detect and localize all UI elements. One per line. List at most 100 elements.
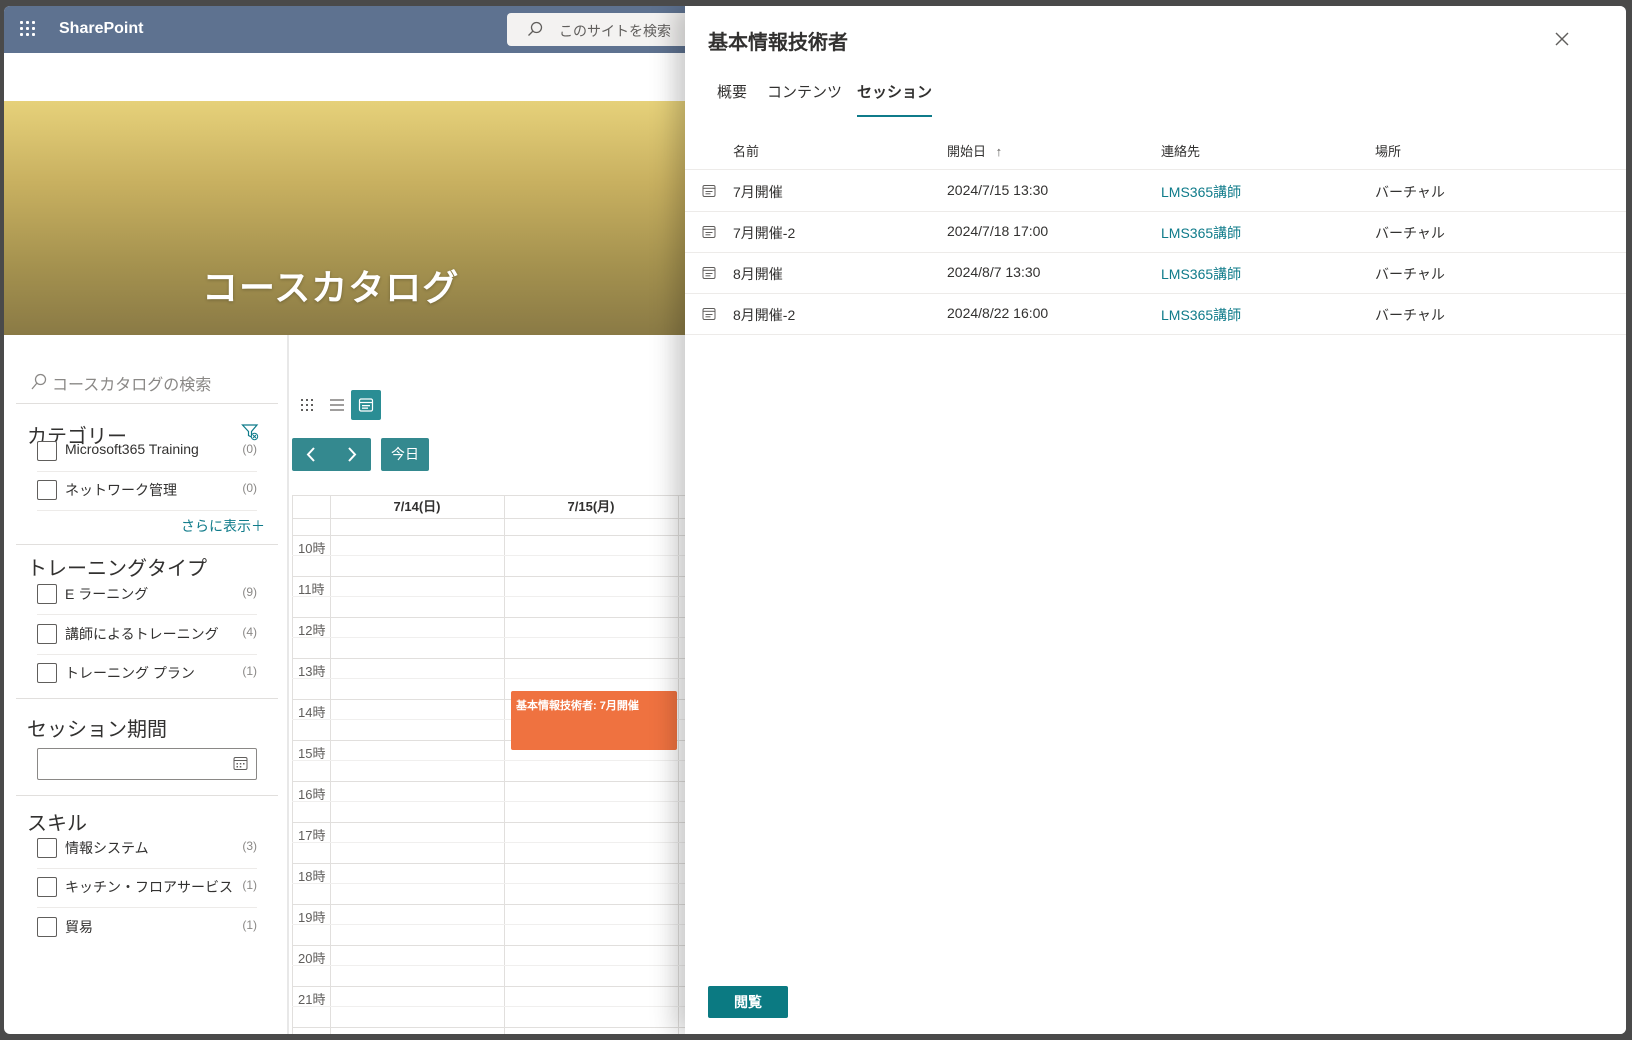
session-contact-link[interactable]: LMS365講師 bbox=[1161, 264, 1241, 284]
hour-label: 19時 bbox=[298, 910, 326, 925]
calendar-icon[interactable] bbox=[233, 756, 248, 771]
grid-line bbox=[292, 945, 692, 946]
day-header: 7/15(月) bbox=[567, 499, 615, 514]
close-icon[interactable] bbox=[1551, 28, 1573, 50]
hour-label: 17時 bbox=[298, 828, 326, 843]
filter-item-label: ネットワーク管理 bbox=[65, 482, 177, 498]
table-row[interactable]: 8月開催 2024/8/7 13:30 LMS365講師 バーチャル bbox=[685, 252, 1626, 294]
session-name: 8月開催 bbox=[733, 266, 783, 282]
hour-label: 18時 bbox=[298, 869, 326, 884]
checkbox[interactable] bbox=[37, 480, 57, 500]
checkbox[interactable] bbox=[37, 624, 57, 644]
catalog-search-input[interactable]: コースカタログの検索 bbox=[26, 371, 276, 394]
checkbox[interactable] bbox=[37, 441, 57, 461]
item-divider bbox=[37, 510, 257, 511]
calendar-icon bbox=[702, 226, 716, 238]
filter-item[interactable]: ネットワーク管理 (0) bbox=[37, 476, 257, 502]
session-location: バーチャル bbox=[1375, 307, 1445, 323]
checkbox[interactable] bbox=[37, 838, 57, 858]
hour-label: 16時 bbox=[298, 787, 326, 802]
checkbox[interactable] bbox=[37, 917, 57, 937]
catalog-search-placeholder: コースカタログの検索 bbox=[52, 377, 212, 394]
column-header-start-label: 開始日 bbox=[947, 144, 987, 159]
item-divider bbox=[37, 614, 257, 615]
filter-item-count: (3) bbox=[242, 839, 257, 853]
hour-label: 12時 bbox=[298, 623, 326, 638]
checkbox[interactable] bbox=[37, 584, 57, 604]
session-name: 7月開催-2 bbox=[733, 225, 796, 241]
checkbox[interactable] bbox=[37, 663, 57, 683]
filter-item[interactable]: キッチン・フロアサービス (1) bbox=[37, 873, 257, 899]
panel-title: 基本情報技術者 bbox=[708, 32, 848, 54]
grid-line bbox=[292, 801, 692, 802]
grid-line bbox=[292, 576, 692, 577]
column-header-location[interactable]: 場所 bbox=[1375, 141, 1401, 160]
skill-title: スキル bbox=[27, 813, 87, 835]
filter-item-label: キッチン・フロアサービス bbox=[65, 879, 233, 895]
filter-item[interactable]: E ラーニング (9) bbox=[37, 580, 257, 606]
view-button[interactable]: 閲覧 bbox=[708, 986, 788, 1018]
filter-item-count: (1) bbox=[242, 918, 257, 932]
app-name[interactable]: SharePoint bbox=[59, 20, 143, 38]
hour-label: 10時 bbox=[298, 541, 326, 556]
filter-item[interactable]: 情報システム (3) bbox=[37, 834, 257, 860]
column-header-contact[interactable]: 連絡先 bbox=[1161, 141, 1200, 160]
grid-line bbox=[292, 1006, 692, 1007]
table-row[interactable]: 7月開催 2024/7/15 13:30 LMS365講師 バーチャル bbox=[685, 170, 1626, 212]
grid-line bbox=[292, 924, 692, 925]
calendar-event[interactable]: 基本情報技術者: 7月開催 bbox=[511, 691, 677, 750]
grid-line bbox=[292, 637, 692, 638]
grid-line bbox=[292, 495, 692, 496]
table-row[interactable]: 7月開催-2 2024/7/18 17:00 LMS365講師 バーチャル bbox=[685, 211, 1626, 253]
filter-item-label: Microsoft365 Training bbox=[65, 441, 199, 457]
session-location: バーチャル bbox=[1375, 266, 1445, 282]
filter-item-label: E ラーニング bbox=[65, 586, 149, 602]
session-start: 2024/8/7 13:30 bbox=[947, 264, 1041, 280]
column-header-start[interactable]: 開始日 ↑ bbox=[947, 141, 1002, 160]
tab-overview[interactable]: 概要 bbox=[717, 81, 747, 117]
calendar-view-icon[interactable] bbox=[351, 390, 381, 420]
grid-line bbox=[292, 842, 692, 843]
grid-line bbox=[292, 781, 692, 782]
hero-title: コースカタログ bbox=[202, 267, 460, 308]
filter-item-count: (0) bbox=[242, 481, 257, 495]
chevron-left-icon[interactable] bbox=[292, 438, 331, 471]
item-divider bbox=[37, 907, 257, 908]
calendar-icon bbox=[702, 308, 716, 320]
tab-contents[interactable]: コンテンツ bbox=[767, 81, 842, 117]
grid-line bbox=[292, 658, 692, 659]
filter-item[interactable]: Microsoft365 Training (0) bbox=[37, 437, 257, 463]
calendar-nav bbox=[292, 438, 371, 471]
grid-view-icon[interactable] bbox=[292, 390, 322, 420]
session-start: 2024/7/15 13:30 bbox=[947, 182, 1049, 198]
session-contact-link[interactable]: LMS365講師 bbox=[1161, 182, 1241, 202]
filter-item[interactable]: 貿易 (1) bbox=[37, 913, 257, 939]
divider bbox=[16, 544, 278, 545]
search-icon bbox=[528, 21, 543, 36]
grid-line bbox=[292, 883, 692, 884]
training-type-title: トレーニングタイプ bbox=[27, 558, 207, 580]
grid-line bbox=[292, 617, 692, 618]
grid-line bbox=[292, 535, 692, 536]
filter-item[interactable]: 講師によるトレーニング (4) bbox=[37, 620, 257, 646]
session-contact-link[interactable]: LMS365講師 bbox=[1161, 305, 1241, 325]
column-header-name[interactable]: 名前 bbox=[733, 141, 759, 160]
divider bbox=[16, 698, 278, 699]
app-launcher-icon[interactable] bbox=[16, 17, 40, 41]
table-row[interactable]: 8月開催-2 2024/8/22 16:00 LMS365講師 バーチャル bbox=[685, 293, 1626, 335]
show-more-link[interactable]: さらに表示＋ bbox=[181, 516, 265, 536]
grid-line bbox=[292, 822, 692, 823]
grid-line bbox=[292, 904, 692, 905]
checkbox[interactable] bbox=[37, 877, 57, 897]
grid-line bbox=[292, 986, 692, 987]
filter-panel: コースカタログの検索 カテゴリー Microsoft365 Training (… bbox=[4, 335, 289, 1034]
today-button[interactable]: 今日 bbox=[381, 438, 429, 471]
hour-label: 13時 bbox=[298, 664, 326, 679]
chevron-right-icon[interactable] bbox=[332, 438, 371, 471]
filter-item[interactable]: トレーニング プラン (1) bbox=[37, 659, 257, 685]
session-contact-link[interactable]: LMS365講師 bbox=[1161, 223, 1241, 243]
session-date-input[interactable] bbox=[37, 748, 257, 780]
list-view-icon[interactable] bbox=[322, 390, 352, 420]
tab-sessions[interactable]: セッション bbox=[857, 81, 933, 117]
grid-line bbox=[292, 678, 692, 679]
